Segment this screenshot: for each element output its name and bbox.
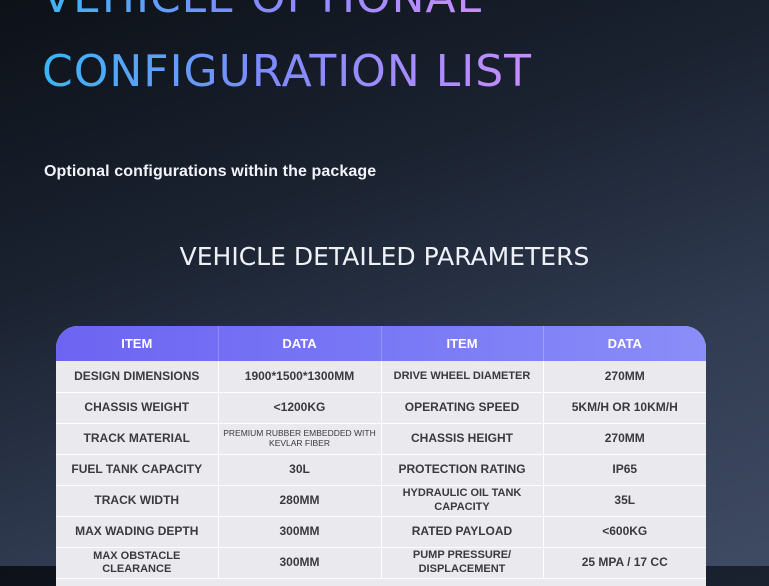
header-item-2: ITEM — [381, 326, 544, 361]
table-cell: IP65 — [543, 454, 706, 486]
table-cell: <600KG — [543, 516, 706, 548]
table-cell: 270MM — [543, 423, 706, 455]
section-title: VEHICLE DETAILED PARAMETERS — [179, 242, 590, 271]
table-cell: PROTECTION RATING — [381, 454, 544, 486]
hero-title-line-1: VEHICLE OPTIONAL — [42, 0, 482, 20]
table-row: TRACK WIDTH 280MM HYDRAULIC OIL TANK CAP… — [56, 485, 706, 517]
table-cell: MAX WADING DEPTH — [56, 516, 219, 548]
table-cell: CHASSIS HEIGHT — [381, 423, 544, 455]
table-cell: FUEL TANK CAPACITY — [56, 454, 219, 486]
table-row: TRACK MATERIAL PREMIUM RUBBER EMBEDDED W… — [56, 423, 706, 455]
header-data-2: DATA — [607, 336, 642, 351]
header-item-1: ITEM — [56, 326, 219, 361]
parameters-table-card: ITEM DATA ITEM DATA DESIGN DIMENSIONS 19… — [56, 326, 706, 586]
table-row: MAX OBSTACLE CLEARANCE 300MM PUMP PRESSU… — [56, 547, 706, 579]
table-cell: 1900*1500*1300MM — [218, 361, 382, 393]
table-cell: HYDRAULIC OIL TANK CAPACITY — [381, 485, 544, 517]
table-cell: <1200KG — [218, 392, 382, 424]
table-cell: OPERATING SPEED — [381, 392, 544, 424]
table-row: MAX WADING DEPTH 300MM RATED PAYLOAD <60… — [56, 516, 706, 548]
table-cell: 280MM — [218, 485, 382, 517]
subtitle: Optional configurations within the packa… — [44, 163, 377, 180]
table-row: CHASSIS WEIGHT <1200KG OPERATING SPEED 5… — [56, 392, 706, 424]
table-cell: 300MM — [218, 516, 382, 548]
table-cell: 35L — [543, 485, 706, 517]
hero-title-line-2: CONFIGURATION LIST — [42, 46, 533, 97]
table-cell: MAX OBSTACLE CLEARANCE — [56, 547, 219, 579]
table-cell: TRACK WIDTH — [56, 485, 219, 517]
table-cell: TRACK MATERIAL — [56, 423, 219, 455]
table-cell: 270MM — [543, 361, 706, 393]
table-row: FUEL TANK CAPACITY 30L PROTECTION RATING… — [56, 454, 706, 486]
table-cell: PREMIUM RUBBER EMBEDDED WITH KEVLAR FIBE… — [218, 423, 382, 455]
table-header-row: ITEM DATA ITEM DATA — [56, 326, 706, 361]
table-cell: 25 MPA / 17 CC — [543, 547, 706, 579]
table-cell: DESIGN DIMENSIONS — [56, 361, 219, 393]
table-cell: 30L — [218, 454, 382, 486]
table-cell: PUMP PRESSURE/ DISPLACEMENT — [381, 547, 544, 579]
table-cell: 5KM/H OR 10KM/H — [543, 392, 706, 424]
table-cell: DRIVE WHEEL DIAMETER — [381, 361, 544, 393]
table-cell: 300MM — [218, 547, 382, 579]
parameters-table: ITEM DATA ITEM DATA DESIGN DIMENSIONS 19… — [56, 326, 706, 579]
table-row: DESIGN DIMENSIONS 1900*1500*1300MM DRIVE… — [56, 361, 706, 393]
table-cell: RATED PAYLOAD — [381, 516, 544, 548]
table-cell: CHASSIS WEIGHT — [56, 392, 219, 424]
header-data-1: DATA — [218, 326, 382, 361]
